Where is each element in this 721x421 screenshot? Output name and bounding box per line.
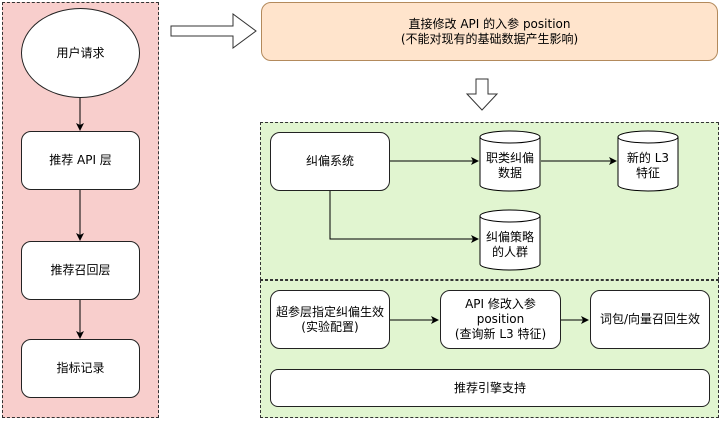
rec-api-layer-node: 推荐 API 层 [21,131,140,190]
user-request-label: 用户请求 [56,45,105,60]
rec-recall-layer-label: 推荐召回层 [50,263,111,277]
top-note-box: 直接修改 API 的入参 position (不能对现有的基础数据产生影响) [261,2,718,61]
strategy-crowd-label: 纠偏策略 的人群 [485,230,534,259]
user-request-node: 用户请求 [21,8,140,98]
arrow-system-to-crowd [329,191,479,243]
engine-support-node: 推荐引擎支持 [270,369,710,407]
api-modify-label: API 修改入参 position (查询新 L3 特征) [454,297,547,341]
hollow-down-arrow [465,78,499,111]
rec-recall-layer-node: 推荐召回层 [21,241,140,300]
recall-effect-node: 词包/向量召回生效 [590,290,710,349]
metric-record-node: 指标记录 [21,339,140,398]
top-note-text: 直接修改 API 的入参 position (不能对现有的基础数据产生影响) [400,16,579,46]
rec-api-layer-label: 推荐 API 层 [49,153,112,167]
metric-record-label: 指标记录 [56,361,105,375]
new-l3-label: 新的 L3 特征 [626,151,670,180]
hollow-right-arrow [170,13,257,49]
recall-effect-label: 词包/向量召回生效 [599,312,701,326]
hyper-layer-label: 超参层指定纠偏生效 (实验配置) [275,304,384,334]
engine-support-label: 推荐引擎支持 [453,380,526,395]
correction-system-node: 纠偏系统 [270,132,390,191]
hyper-layer-node: 超参层指定纠偏生效 (实验配置) [270,290,390,349]
occupation-data-label: 职类纠偏 数据 [485,151,534,180]
api-modify-node: API 修改入参 position (查询新 L3 特征) [440,290,561,349]
correction-system-label: 纠偏系统 [305,154,354,168]
